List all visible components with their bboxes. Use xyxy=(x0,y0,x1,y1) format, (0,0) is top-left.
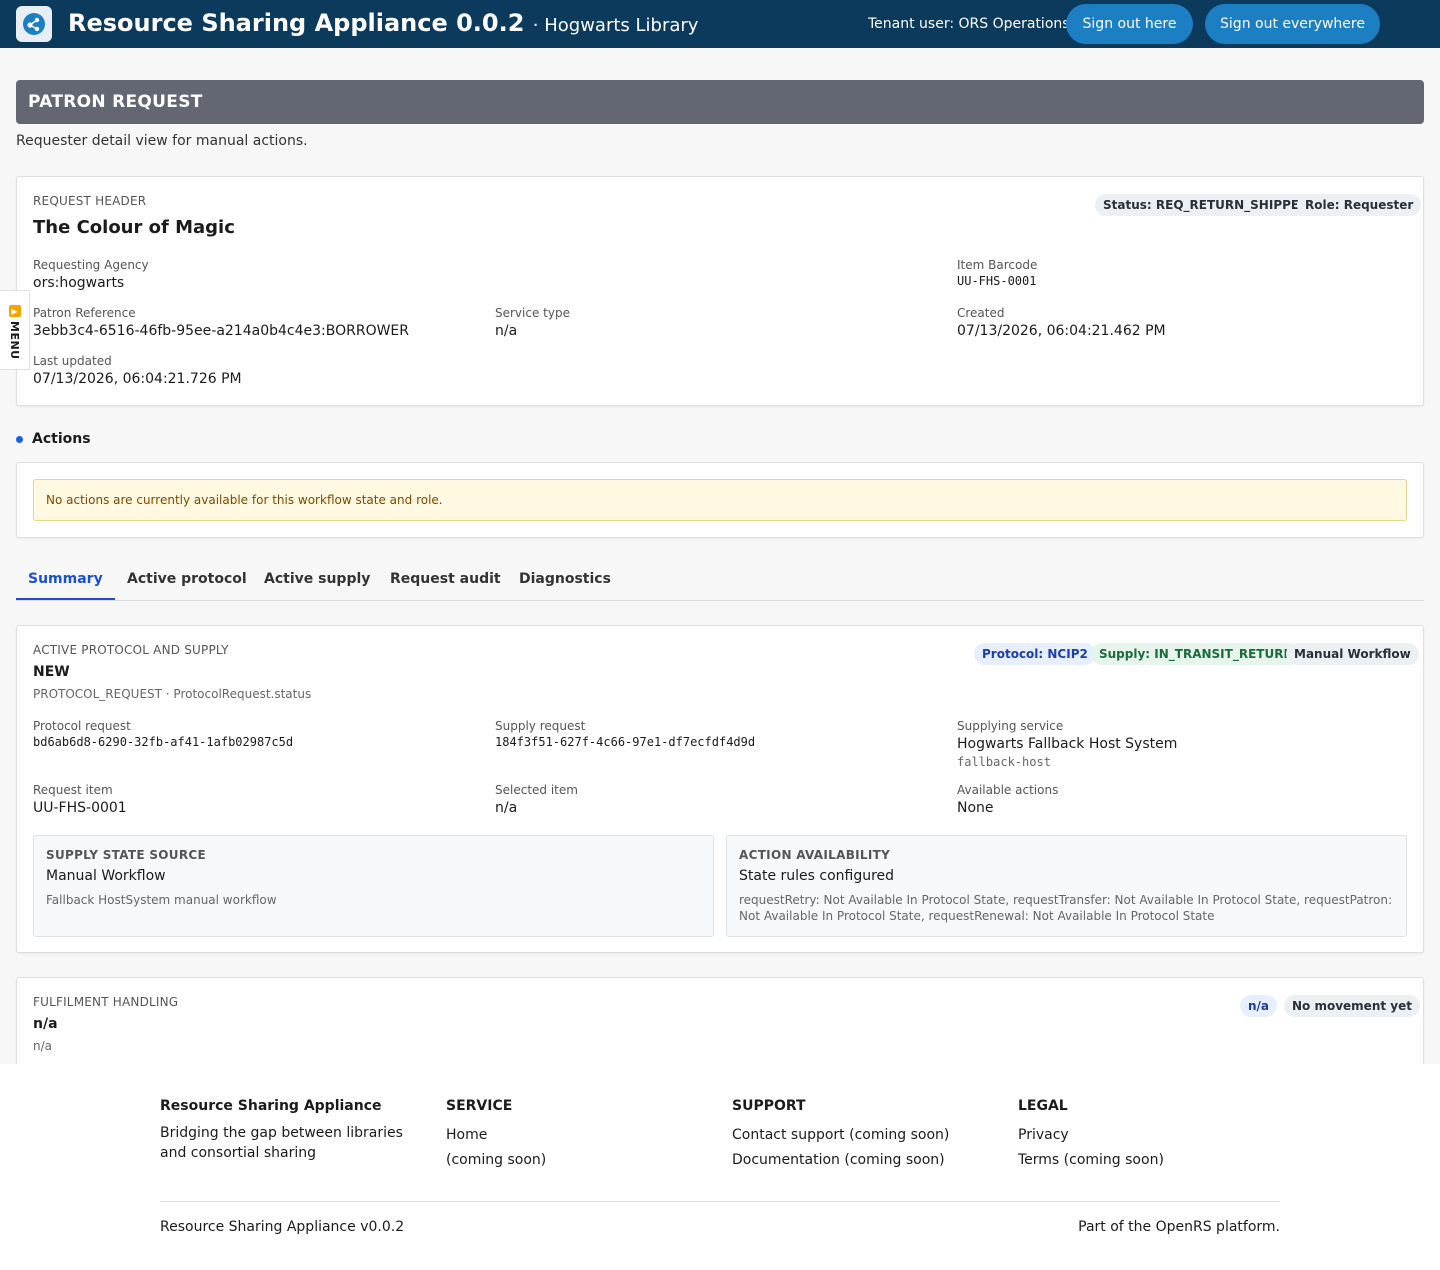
footer-divider xyxy=(160,1201,1280,1202)
action-availability-title: State rules configured xyxy=(739,868,895,884)
supply-state-heading: SUPPLY STATE SOURCE xyxy=(46,848,206,862)
requesting-agency-label: Requesting Agency xyxy=(33,258,149,272)
footer-legal-heading: LEGAL xyxy=(1018,1098,1068,1114)
footer-link-service-soon[interactable]: (coming soon) xyxy=(446,1152,546,1168)
movement-badge: No movement yet xyxy=(1284,995,1420,1017)
protocol-request-value: bd6ab6d8-6290-32fb-af41-1afb02987c5d xyxy=(33,735,294,749)
workflow-badge: Manual Workflow xyxy=(1286,643,1419,665)
footer-support-heading: SUPPORT xyxy=(732,1098,806,1114)
service-type-value: n/a xyxy=(495,323,518,339)
supplying-service-label: Supplying service xyxy=(957,719,1064,733)
sign-out-everywhere-button[interactable]: Sign out everywhere xyxy=(1205,4,1380,44)
request-title: The Colour of Magic xyxy=(33,217,235,238)
top-bar: Resource Sharing Appliance 0.0.2 · Hogwa… xyxy=(0,0,1440,48)
actions-heading-text: Actions xyxy=(32,431,91,447)
available-actions-value: None xyxy=(957,800,994,816)
tab-request-audit[interactable]: Request audit xyxy=(378,562,513,600)
tenant-user: Tenant user: ORS Operations xyxy=(868,16,1070,32)
footer-service-heading: SERVICE xyxy=(446,1098,513,1114)
request-item-label: Request item xyxy=(33,783,113,797)
page-title: PATRON REQUEST xyxy=(16,80,1424,124)
fulfilment-title: n/a xyxy=(33,1016,58,1032)
action-availability-detail: requestRetry: Not Available In Protocol … xyxy=(739,893,1393,923)
footer-link-docs[interactable]: Documentation (coming soon) xyxy=(732,1152,949,1168)
footer-brand-col: Resource Sharing Appliance Bridging the … xyxy=(160,1098,430,1163)
status-badge: Status: REQ_RETURN_SHIPPED xyxy=(1095,194,1318,216)
menu-toggle[interactable]: ▶ MENU xyxy=(0,290,30,370)
app-title-text: Resource Sharing Appliance 0.0.2 xyxy=(68,9,525,37)
supply-badge: Supply: IN_TRANSIT_RETURN xyxy=(1091,643,1302,665)
created-label: Created xyxy=(957,306,1005,320)
supplying-service-value: Hogwarts Fallback Host System xyxy=(957,736,1178,752)
patron-reference-value: 3ebb3c4-6516-46fb-95ee-a214a0b4c4e3:BORR… xyxy=(33,323,410,339)
tab-diagnostics[interactable]: Diagnostics xyxy=(507,562,623,600)
footer-legal-col: LEGAL Privacy Terms (coming soon) xyxy=(1018,1098,1164,1168)
bullet-dot-icon xyxy=(16,435,23,443)
supply-state-source-box: SUPPLY STATE SOURCE Manual Workflow Fall… xyxy=(33,835,714,937)
fulfilment-na-badge: n/a xyxy=(1240,995,1278,1017)
protocol-status-subtitle: PROTOCOL_REQUEST · ProtocolRequest.statu… xyxy=(33,687,312,701)
fulfilment-subtitle: n/a xyxy=(33,1039,53,1053)
last-updated-label: Last updated xyxy=(33,354,112,368)
tab-summary[interactable]: Summary xyxy=(16,562,115,600)
menu-label: MENU xyxy=(8,321,21,360)
created-value: 07/13/2026, 06:04:21.462 PM xyxy=(957,323,1166,339)
requesting-agency-value: ors:hogwarts xyxy=(33,275,125,291)
footer-link-home[interactable]: Home xyxy=(446,1127,546,1143)
share-nodes-icon[interactable] xyxy=(16,6,52,42)
footer: Resource Sharing Appliance Bridging the … xyxy=(0,1064,1440,1270)
supply-state-detail: Fallback HostSystem manual workflow xyxy=(46,893,277,907)
last-updated-value: 07/13/2026, 06:04:21.726 PM xyxy=(33,371,242,387)
protocol-badge: Protocol: NCIP2 xyxy=(974,643,1096,665)
app-subtitle: · Hogwarts Library xyxy=(532,15,699,36)
patron-reference-label: Patron Reference xyxy=(33,306,136,320)
footer-support-col: SUPPORT Contact support (coming soon) Do… xyxy=(732,1098,949,1168)
available-actions-label: Available actions xyxy=(957,783,1059,797)
app-title[interactable]: Resource Sharing Appliance 0.0.2 · Hogwa… xyxy=(68,6,698,43)
tab-active-supply[interactable]: Active supply xyxy=(252,562,382,600)
action-availability-box: ACTION AVAILABILITY State rules configur… xyxy=(726,835,1407,937)
supply-request-value: 184f3f51-627f-4c66-97e1-df7ecfdf4d9d xyxy=(495,735,756,749)
protocol-supply-card: ACTIVE PROTOCOL AND SUPPLY NEW PROTOCOL_… xyxy=(16,625,1424,953)
tab-active-protocol[interactable]: Active protocol xyxy=(115,562,259,600)
play-icon: ▶ xyxy=(8,305,21,317)
sign-out-here-button[interactable]: Sign out here xyxy=(1066,4,1193,44)
footer-platform: Part of the OpenRS platform. xyxy=(1078,1219,1280,1235)
footer-service-col: SERVICE Home (coming soon) xyxy=(446,1098,546,1168)
footer-version: Resource Sharing Appliance v0.0.2 xyxy=(160,1219,405,1235)
footer-link-privacy[interactable]: Privacy xyxy=(1018,1127,1164,1143)
footer-link-contact[interactable]: Contact support (coming soon) xyxy=(732,1127,949,1143)
service-type-label: Service type xyxy=(495,306,570,320)
detail-tabs: Summary Active protocol Active supply Re… xyxy=(16,562,1424,601)
request-header-eyebrow: REQUEST HEADER xyxy=(33,194,147,208)
no-actions-alert: No actions are currently available for t… xyxy=(33,479,1407,521)
request-header-card: REQUEST HEADER The Colour of Magic Statu… xyxy=(16,176,1424,406)
actions-heading: Actions xyxy=(16,431,91,447)
protocol-request-label: Protocol request xyxy=(33,719,131,733)
supply-request-label: Supply request xyxy=(495,719,586,733)
selected-item-label: Selected item xyxy=(495,783,578,797)
actions-card: No actions are currently available for t… xyxy=(16,462,1424,538)
item-barcode-value: UU-FHS-0001 xyxy=(957,274,1037,288)
footer-tagline: Bridging the gap between libraries and c… xyxy=(160,1125,403,1161)
page-description: Requester detail view for manual actions… xyxy=(16,133,308,149)
protocol-status-title: NEW xyxy=(33,664,70,680)
supply-state-title: Manual Workflow xyxy=(46,868,166,884)
item-barcode-label: Item Barcode xyxy=(957,258,1038,272)
fulfilment-eyebrow: FULFILMENT HANDLING xyxy=(33,995,179,1009)
request-item-value: UU-FHS-0001 xyxy=(33,800,127,816)
footer-brand: Resource Sharing Appliance xyxy=(160,1098,382,1114)
selected-item-value: n/a xyxy=(495,800,518,816)
role-badge: Role: Requester xyxy=(1297,194,1422,216)
action-availability-heading: ACTION AVAILABILITY xyxy=(739,848,891,862)
footer-link-terms[interactable]: Terms (coming soon) xyxy=(1018,1152,1164,1168)
protocol-supply-eyebrow: ACTIVE PROTOCOL AND SUPPLY xyxy=(33,643,229,657)
fulfilment-card: FULFILMENT HANDLING n/a n/a n/a No movem… xyxy=(16,977,1424,1077)
supplying-service-code: fallback-host xyxy=(957,755,1051,769)
